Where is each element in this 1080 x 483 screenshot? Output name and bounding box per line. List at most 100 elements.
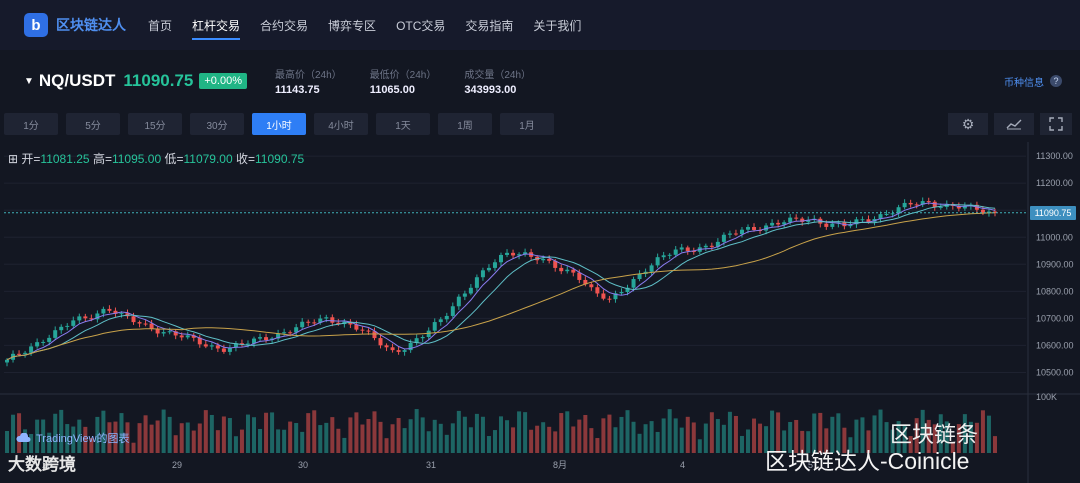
volume-axis-label: 100K [1036,392,1057,402]
volume-bar [685,416,690,453]
candle-body [5,359,10,363]
x-tick-label: 8月 [553,460,567,470]
candle-body [511,252,516,256]
gear-icon[interactable]: ⚙ [948,113,988,135]
y-tick-label: 10900.00 [1036,259,1074,269]
open-label: 开= [21,152,41,166]
volume-bar [414,409,419,453]
indicator-icon[interactable] [994,113,1034,135]
stat-value: 11065.00 [369,84,415,96]
timeframe-button[interactable]: 5分 [66,113,120,135]
candle-body [420,337,425,339]
volume-bar [565,411,570,453]
ohlc-expand-icon[interactable]: ⊞ [8,152,18,166]
pair-name: NQ/USDT [38,71,116,90]
timeframe-button[interactable]: 1小时 [252,113,306,135]
candle-body [474,277,479,288]
candle-body [733,233,738,235]
fullscreen-icon[interactable] [1040,113,1072,135]
candle-body [77,316,82,321]
volume-bar [245,414,250,453]
volume-bar [511,427,516,453]
brand-name[interactable]: 区块链达人 [56,15,126,35]
volume-bar [276,429,281,453]
volume-bar [300,431,305,453]
candle-body [384,345,389,348]
candle-body [770,222,775,226]
candle-body [547,258,552,261]
candle-body [571,269,576,273]
volume-bar [270,412,275,453]
y-tick-label: 10700.00 [1036,313,1074,323]
candle-body [727,233,732,235]
volume-bar [233,436,238,453]
candle-body [65,325,70,327]
volume-bar [161,409,166,453]
chart-area[interactable]: 11300.0011200.0011100.0011000.0010900.00… [0,142,1080,483]
nav-item[interactable]: 杠杆交易 [192,0,241,50]
volume-bar [258,428,263,453]
candle-body [179,335,184,338]
candle-body [908,202,913,205]
candle-body [47,337,52,342]
timeframe-button[interactable]: 1天 [376,113,430,135]
timeframe-button[interactable]: 30分 [190,113,244,135]
volume-bar [227,418,232,453]
volume-bar [209,414,214,453]
nav-item[interactable]: 博弈专区 [328,0,376,50]
coin-info-link[interactable]: 币种信息 ? [1004,74,1062,89]
pair-selector[interactable]: ▼ NQ/USDT [24,71,115,91]
volume-bar [462,416,467,453]
volume-bar [661,418,666,453]
volume-bar [505,420,510,453]
nav-item[interactable]: 合约交易 [260,0,308,50]
stat-low: 最低价（24h） 11065.00 [370,66,437,96]
volume-bar [529,429,534,453]
candle-body [860,219,865,221]
volume-bar [492,430,497,453]
candle-body [559,267,564,272]
nav-item[interactable]: 关于我们 [533,0,581,50]
high-label: 高= [92,152,112,166]
timeframe-button[interactable]: 15分 [128,113,182,135]
volume-bar [625,410,630,453]
candle-body [486,267,491,271]
candle-body [685,247,690,252]
candle-body [492,262,497,268]
volume-bar [541,422,546,453]
candle-body [938,206,943,208]
candle-body [788,217,793,223]
candle-body [402,350,407,352]
volume-bar [637,433,642,453]
nav-item[interactable]: OTC交易 [396,0,445,50]
tradingview-logo[interactable]: TradingView的图表 [16,430,130,446]
volume-bar [384,438,389,453]
candle-body [53,330,58,338]
candle-body [721,234,726,242]
timeframe-button[interactable]: 1月 [500,113,554,135]
volume-bar [745,429,750,453]
stat-label: 成交量（24h） [464,70,532,81]
volume-bar [577,419,582,453]
stat-label: 最低价（24h） [369,70,437,81]
candle-body [679,247,684,250]
watermark-weibo: 区块链达人-Coinicle [765,448,970,474]
volume-bar [655,431,660,453]
logo-icon[interactable]: b [24,13,48,37]
timeframe-button[interactable]: 4小时 [314,113,368,135]
timeframe-button[interactable]: 1周 [438,113,492,135]
candle-body [282,332,287,334]
volume-bar [149,424,154,453]
volume-bar [215,430,220,453]
candle-body [450,306,455,316]
nav-item[interactable]: 交易指南 [465,0,513,50]
volume-bar [396,418,401,453]
candle-body [59,326,64,331]
nav-item[interactable]: 首页 [148,0,172,50]
timeframe-button[interactable]: 1分 [4,113,58,135]
volume-bar [643,424,648,453]
help-icon: ? [1050,75,1062,87]
open-value: 11081.25 [40,152,90,166]
candle-body [149,323,154,329]
x-tick-label: 4 [680,460,685,470]
